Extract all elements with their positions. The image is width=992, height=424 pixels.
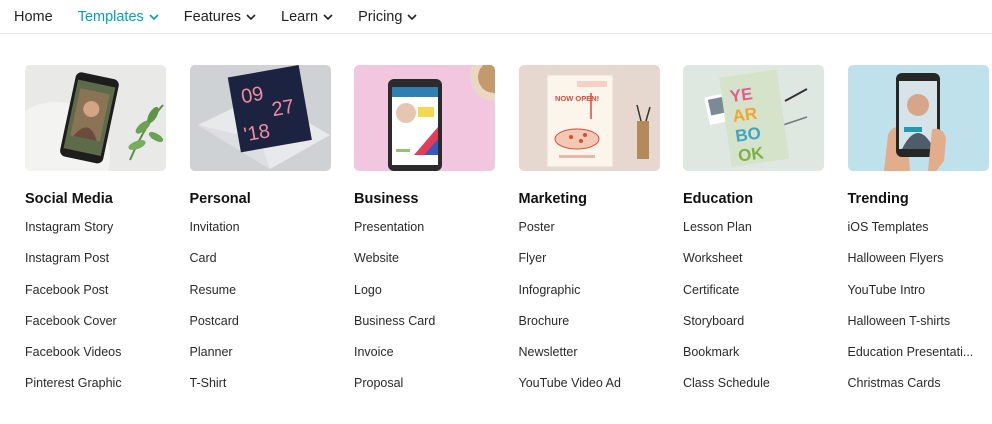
nav-pricing[interactable]: Pricing: [358, 8, 418, 25]
template-link[interactable]: Logo: [354, 283, 504, 314]
nav-learn[interactable]: Learn: [281, 9, 333, 25]
link-list: Lesson Plan Worksheet Certificate Storyb…: [683, 220, 848, 408]
template-link[interactable]: Facebook Cover: [25, 314, 175, 345]
link-list: Poster Flyer Infographic Brochure Newsle…: [519, 220, 684, 408]
template-link[interactable]: Proposal: [354, 376, 504, 407]
date-text: '18: [242, 120, 272, 146]
nav-templates-label: Templates: [77, 8, 144, 25]
column-heading[interactable]: Marketing: [519, 189, 684, 209]
thumb-business[interactable]: [354, 65, 495, 171]
yearbook-text: AR: [731, 104, 758, 126]
template-link[interactable]: Infographic: [519, 283, 669, 314]
template-link[interactable]: Class Schedule: [683, 376, 833, 407]
thumb-marketing[interactable]: NOW OPEN!: [518, 65, 660, 171]
template-link[interactable]: Flyer: [519, 251, 669, 282]
template-link[interactable]: Card: [190, 251, 340, 282]
template-link[interactable]: Bookmark: [683, 345, 833, 376]
thumb-education[interactable]: YE AR BO OK: [683, 65, 824, 171]
poster-text: NOW OPEN!: [555, 94, 599, 103]
template-link[interactable]: Storyboard: [683, 314, 833, 345]
link-list: Invitation Card Resume Postcard Planner …: [190, 220, 355, 408]
template-link[interactable]: Brochure: [519, 314, 669, 345]
template-link[interactable]: Invitation: [190, 220, 340, 251]
column-heading[interactable]: Social Media: [25, 189, 190, 209]
nav-features-label: Features: [183, 8, 242, 25]
link-list: Presentation Website Logo Business Card …: [354, 220, 519, 408]
template-link[interactable]: Worksheet: [683, 251, 833, 282]
template-link[interactable]: Christmas Cards: [848, 376, 992, 407]
top-nav: Home Templates Features Learn Pricing: [0, 0, 992, 34]
link-list: Instagram Story Instagram Post Facebook …: [25, 220, 190, 408]
template-link[interactable]: Facebook Videos: [25, 345, 175, 376]
template-link[interactable]: Instagram Story: [25, 220, 175, 251]
template-link[interactable]: Poster: [519, 220, 669, 251]
template-link[interactable]: Education Presentati...: [848, 345, 992, 376]
templates-mega-menu: Social Media Instagram Story Instagram P…: [25, 65, 992, 408]
nav-home-label: Home: [14, 8, 53, 25]
template-link[interactable]: Halloween T-shirts: [848, 314, 992, 345]
template-link[interactable]: Postcard: [190, 314, 340, 345]
column-heading[interactable]: Personal: [190, 189, 355, 209]
nav-features[interactable]: Features: [184, 9, 256, 25]
template-link[interactable]: iOS Templates: [848, 220, 992, 251]
hand-phone-icon: [847, 65, 989, 171]
template-link[interactable]: YouTube Video Ad: [519, 376, 669, 407]
yearbook-text: OK: [737, 143, 766, 165]
template-link[interactable]: Instagram Post: [25, 251, 175, 282]
chevron-down-icon: [246, 13, 256, 20]
template-link[interactable]: Facebook Post: [25, 283, 175, 314]
poster-icon: NOW OPEN!: [518, 65, 660, 171]
column-business: Business Presentation Website Logo Busin…: [354, 65, 519, 408]
template-link[interactable]: Business Card: [354, 314, 504, 345]
column-personal: 09 27 '18 Personal Invitation Card Resum…: [189, 65, 355, 408]
nav-home[interactable]: Home: [14, 9, 53, 25]
template-link[interactable]: YouTube Intro: [848, 283, 992, 314]
column-heading[interactable]: Education: [683, 189, 848, 209]
nav-templates[interactable]: Templates: [78, 9, 159, 25]
template-link[interactable]: Invoice: [354, 345, 504, 376]
link-list: iOS Templates Halloween Flyers YouTube I…: [848, 220, 992, 408]
phone-story-icon: [25, 65, 166, 171]
yearbook-text: YE: [729, 84, 754, 106]
template-link[interactable]: Resume: [190, 283, 340, 314]
column-marketing: NOW OPEN! Marketing Poster Flyer Infogra…: [518, 65, 684, 408]
template-link[interactable]: Certificate: [683, 283, 833, 314]
chevron-down-icon: [323, 13, 333, 20]
column-heading[interactable]: Business: [354, 189, 519, 209]
template-link[interactable]: Presentation: [354, 220, 504, 251]
chevron-down-icon: [407, 13, 418, 20]
date-text: 09: [239, 83, 265, 109]
template-link[interactable]: Halloween Flyers: [848, 251, 992, 282]
invitation-card-icon: 09 27 '18: [189, 65, 331, 171]
template-link[interactable]: Website: [354, 251, 504, 282]
template-link[interactable]: T-Shirt: [190, 376, 340, 407]
nav-pricing-label: Pricing: [358, 8, 403, 25]
column-education: YE AR BO OK Education Lesson Plan Worksh…: [683, 65, 848, 408]
template-link[interactable]: Pinterest Graphic: [25, 376, 175, 407]
template-link[interactable]: Lesson Plan: [683, 220, 833, 251]
thumb-personal[interactable]: 09 27 '18: [189, 65, 331, 171]
column-heading[interactable]: Trending: [848, 189, 992, 209]
date-text: 27: [270, 96, 296, 122]
chevron-down-icon: [149, 13, 159, 20]
thumb-social-media[interactable]: [25, 65, 166, 171]
yearbook-text: BO: [734, 123, 762, 145]
column-trending: Trending iOS Templates Halloween Flyers …: [847, 65, 992, 408]
nav-learn-label: Learn: [281, 8, 319, 25]
yearbook-icon: YE AR BO OK: [683, 65, 824, 171]
thumb-trending[interactable]: [847, 65, 989, 171]
template-link[interactable]: Newsletter: [519, 345, 669, 376]
phone-app-icon: [354, 65, 495, 171]
template-link[interactable]: Planner: [190, 345, 340, 376]
column-social-media: Social Media Instagram Story Instagram P…: [25, 65, 190, 408]
